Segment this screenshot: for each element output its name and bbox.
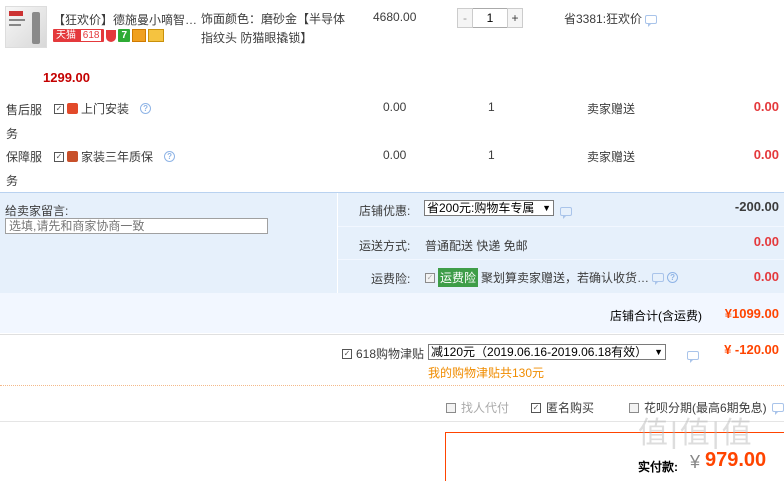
proxy-pay-option: 找人代付: [446, 399, 509, 416]
tmall-badge: 天猫 618: [53, 29, 105, 42]
shop-total-label: 店铺合计(含运费): [610, 309, 702, 323]
unit-price: 4680.00: [373, 10, 417, 24]
gift-icon: [132, 29, 147, 42]
shipping-cost: 0.00: [753, 234, 779, 249]
service-category-warranty: 保障服务: [6, 150, 43, 188]
subsidy-select-value: 减120元（2019.06.16-2019.06.18有效）: [431, 345, 648, 359]
tmall-badge-text: 天猫: [56, 30, 76, 41]
product-subtotal: 1299.00: [43, 70, 90, 85]
service-warranty-checkbox[interactable]: ✓: [54, 151, 64, 162]
proxy-pay-label: 找人代付: [461, 401, 510, 415]
shield-icon: [106, 29, 117, 42]
shop-discount-value: -200.00: [734, 199, 779, 214]
shipping-label: 运送方式:: [359, 239, 411, 253]
insurance-label: 运费险:: [371, 272, 411, 286]
quantity-input[interactable]: 1: [473, 8, 507, 28]
help-icon[interactable]: ?: [140, 103, 152, 114]
quantity-stepper: - 1 +: [457, 8, 523, 28]
payment-currency: ¥: [690, 452, 701, 472]
quantity-plus-button[interactable]: +: [507, 8, 523, 28]
seller-message-input[interactable]: [5, 218, 268, 234]
chat-icon[interactable]: [652, 273, 665, 285]
saving-text: 省3381:狂欢价: [564, 10, 658, 28]
chat-icon[interactable]: [771, 403, 784, 415]
install-icon: [67, 103, 78, 114]
insurance-tag: 运费险: [438, 268, 479, 287]
product-badges: 天猫 618 7: [53, 29, 165, 42]
chevron-down-icon: ▼: [654, 347, 663, 357]
warranty-icon: [67, 151, 78, 162]
chat-icon[interactable]: [687, 351, 700, 364]
card-icon: [148, 29, 165, 42]
anonymous-label: 匿名购买: [546, 401, 595, 415]
anonymous-checkbox[interactable]: ✓: [531, 402, 541, 413]
chevron-down-icon: ▼: [542, 203, 551, 213]
payment-amount: 979.00: [705, 449, 767, 471]
service-install-note: 卖家赠送: [587, 102, 636, 116]
service-install-qty: 1: [488, 100, 495, 114]
service-install-price: 0.00: [383, 100, 407, 114]
shop-discount-select-value: 省200元:购物车专属: [427, 201, 535, 215]
shipping-method: 普通配送 快递 免邮: [425, 239, 528, 253]
insurance-description: 聚划算卖家赠送，若确认收货…: [481, 271, 650, 285]
service-item-warranty: ✓ 家装三年质保 ?: [54, 148, 176, 165]
service-warranty-total: 0.00: [753, 147, 779, 162]
chat-icon[interactable]: [645, 15, 658, 28]
service-warranty-note: 卖家赠送: [587, 150, 636, 164]
service-warranty-qty: 1: [488, 148, 495, 162]
service-item-install: ✓ 上门安装 ?: [54, 100, 152, 117]
service-install-total: 0.00: [753, 99, 779, 114]
product-attributes: 饰面颜色：磨砂金【半导体指纹头 防猫眼撬锁】: [201, 12, 346, 45]
service-install-checkbox[interactable]: ✓: [54, 103, 64, 114]
seven-day-return-badge: 7: [118, 29, 131, 42]
product-title[interactable]: 【狂欢价】德施曼小嘀智…: [53, 11, 201, 28]
payment-label: 实付款:: [638, 460, 678, 474]
my-subsidy-link[interactable]: 我的购物津贴共130元: [428, 364, 544, 381]
service-warranty-label: 家装三年质保: [81, 150, 154, 164]
proxy-pay-checkbox[interactable]: [446, 402, 456, 413]
subsidy-select[interactable]: 减120元（2019.06.16-2019.06.18有效） ▼: [428, 344, 666, 360]
subsidy-label: 618购物津贴: [356, 347, 425, 361]
service-install-label: 上门安装: [81, 102, 130, 116]
subsidy-checkbox[interactable]: ✓: [342, 348, 352, 359]
insurance-cost: 0.00: [753, 269, 779, 284]
service-warranty-price: 0.00: [383, 148, 407, 162]
subsidy-value: ¥ -120.00: [724, 342, 779, 357]
anonymous-option: ✓ 匿名购买: [531, 399, 594, 416]
seller-message-label: 给卖家留言:: [5, 204, 69, 218]
chat-icon[interactable]: [560, 207, 572, 220]
insurance-checkbox[interactable]: ✓: [425, 272, 435, 283]
shop-discount-select[interactable]: 省200元:购物车专属 ▼: [424, 200, 554, 216]
saving-label: 省3381:狂欢价: [564, 12, 643, 26]
service-category-aftersale: 售后服务: [6, 103, 43, 141]
help-icon[interactable]: ?: [164, 151, 176, 162]
618-badge-text: 618: [80, 30, 102, 41]
insurance-item: ✓ 运费险 聚划算卖家赠送，若确认收货… ?: [425, 268, 679, 287]
subsidy-item: ✓ 618购物津贴: [342, 345, 424, 362]
watermark: 值|值|值: [638, 417, 754, 450]
product-thumbnail[interactable]: [5, 6, 47, 48]
help-icon[interactable]: ?: [667, 272, 679, 283]
quantity-minus-button[interactable]: -: [457, 8, 473, 28]
shop-total-value: ¥1099.00: [724, 306, 779, 321]
shop-discount-label: 店铺优惠:: [359, 204, 411, 218]
